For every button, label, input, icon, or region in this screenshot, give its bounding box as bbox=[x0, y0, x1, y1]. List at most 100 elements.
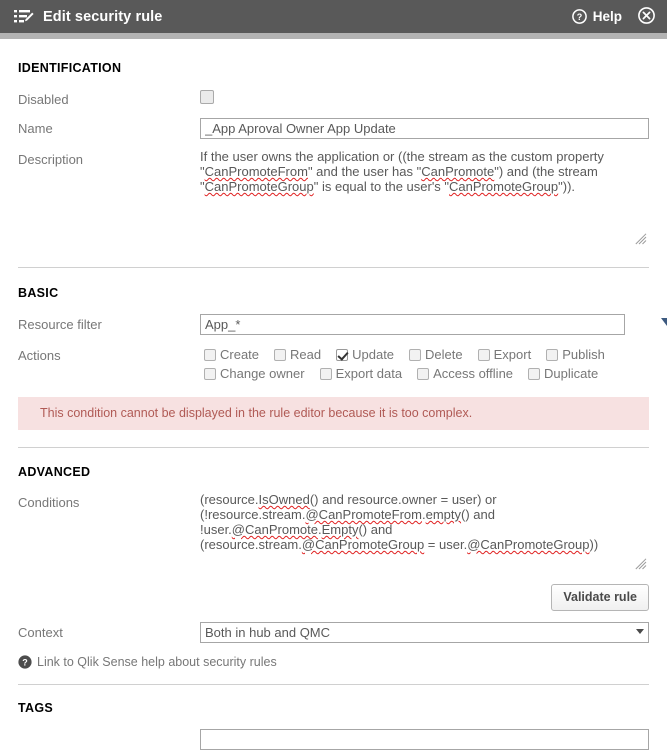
window-titlebar: Edit security rule ? Help bbox=[0, 0, 667, 33]
spellcheck-word: @CanPromote bbox=[231, 522, 318, 537]
action-checkbox-read[interactable]: Read bbox=[270, 345, 321, 364]
section-heading-identification: IDENTIFICATION bbox=[18, 61, 122, 75]
edit-list-icon bbox=[14, 8, 34, 26]
checkbox-box[interactable] bbox=[336, 349, 349, 361]
name-field-cell bbox=[200, 118, 649, 139]
spellcheck-word: @CanPromoteGroup bbox=[301, 537, 425, 552]
help-button[interactable]: ? Help bbox=[571, 9, 622, 24]
description-textarea-wrap: If the user owns the application or ((th… bbox=[200, 149, 649, 247]
divider-identification-basic bbox=[18, 267, 649, 268]
spellcheck-word: CanPromote bbox=[421, 164, 495, 179]
checkbox-label: Publish bbox=[562, 347, 605, 362]
spellcheck-word: @CanPromoteGroup bbox=[467, 537, 590, 552]
label-context: Context bbox=[18, 625, 63, 640]
action-checkbox-update[interactable]: Update bbox=[332, 345, 394, 364]
question-circle-filled-icon: ? bbox=[18, 655, 32, 669]
svg-text:?: ? bbox=[576, 12, 582, 22]
section-heading-tags: TAGS bbox=[18, 701, 53, 715]
conditions-textarea-wrap: (resource.IsOwned() and resource.owner =… bbox=[200, 492, 649, 572]
label-name: Name bbox=[18, 121, 53, 136]
spellcheck-word: @CanPromoteFrom bbox=[305, 507, 422, 522]
checkbox-box[interactable] bbox=[274, 349, 287, 361]
checkbox-label: Export bbox=[493, 347, 532, 362]
spellcheck-word: Empty bbox=[321, 522, 359, 537]
checkbox-box[interactable] bbox=[319, 368, 332, 380]
field-row-name: Name bbox=[18, 118, 649, 139]
checkbox-label: Delete bbox=[425, 347, 463, 362]
field-row-disabled: Disabled bbox=[18, 89, 649, 108]
help-link-label: Link to Qlik Sense help about security r… bbox=[37, 655, 277, 669]
conditions-textarea[interactable]: (resource.IsOwned() and resource.owner =… bbox=[200, 492, 649, 572]
context-select[interactable]: Both in hub and QMCOnly in hubOnly in QM… bbox=[200, 622, 649, 643]
action-checkbox-access-offline[interactable]: Access offline bbox=[413, 364, 513, 383]
spellcheck-word: CanPromoteGroup bbox=[449, 179, 559, 194]
page-title: Edit security rule bbox=[43, 8, 163, 25]
action-checkbox-export[interactable]: Export bbox=[474, 345, 532, 364]
field-row-conditions: Conditions (resource.IsOwned() and resou… bbox=[18, 492, 649, 572]
description-textarea[interactable]: If the user owns the application or ((th… bbox=[200, 149, 649, 247]
spellcheck-word: CanPromoteFrom bbox=[204, 164, 308, 179]
action-checkbox-export-data[interactable]: Export data bbox=[316, 364, 403, 383]
tags-input[interactable] bbox=[200, 729, 649, 750]
resource-filter-cell bbox=[200, 314, 667, 335]
label-actions: Actions bbox=[18, 348, 61, 363]
action-checkbox-duplicate[interactable]: Duplicate bbox=[524, 364, 598, 383]
action-checkbox-change-owner[interactable]: Change owner bbox=[200, 364, 305, 383]
validate-rule-button[interactable]: Validate rule bbox=[551, 584, 649, 611]
checkbox-label: Update bbox=[352, 347, 395, 362]
chevron-down-icon[interactable] bbox=[661, 318, 667, 326]
actions-checkbox-group: Create Read Update Delete Export Publish Chang… bbox=[200, 345, 649, 383]
label-tags bbox=[18, 729, 200, 731]
help-label: Help bbox=[592, 9, 622, 24]
checkbox-label: Duplicate bbox=[544, 366, 599, 381]
complexity-warning-banner: This condition cannot be displayed in th… bbox=[18, 397, 649, 430]
context-select-cell: Both in hub and QMCOnly in hubOnly in QM… bbox=[200, 622, 649, 643]
action-checkbox-publish[interactable]: Publish bbox=[542, 345, 605, 364]
resource-filter-input[interactable] bbox=[200, 314, 625, 335]
checkbox-label: Create bbox=[220, 347, 260, 362]
disabled-checkbox-cell bbox=[200, 89, 649, 104]
action-checkbox-delete[interactable]: Delete bbox=[405, 345, 463, 364]
name-input[interactable] bbox=[200, 118, 649, 139]
field-row-resource-filter: Resource filter bbox=[18, 314, 667, 335]
checkbox-box[interactable] bbox=[477, 349, 490, 361]
svg-text:?: ? bbox=[22, 657, 28, 667]
security-rules-help-link[interactable]: ? Link to Qlik Sense help about security… bbox=[18, 655, 649, 669]
checkbox-label: Read bbox=[290, 347, 322, 362]
checkbox-label: Access offline bbox=[433, 366, 514, 381]
section-heading-basic: BASIC bbox=[18, 286, 59, 300]
checkbox-label: Export data bbox=[335, 366, 403, 381]
question-circle-icon: ? bbox=[571, 9, 587, 24]
checkbox-box[interactable] bbox=[204, 368, 216, 380]
section-heading-advanced: ADVANCED bbox=[18, 465, 91, 479]
label-description: Description bbox=[18, 152, 84, 167]
divider-advanced-tags bbox=[18, 684, 649, 685]
field-row-tags bbox=[18, 729, 649, 750]
checkbox-box[interactable] bbox=[409, 349, 422, 361]
complexity-warning-text: This condition cannot be displayed in th… bbox=[40, 406, 473, 420]
checkbox-box[interactable] bbox=[204, 349, 216, 361]
form-content: IDENTIFICATION Disabled Name Description… bbox=[0, 61, 667, 750]
conditions-field-cell: (resource.IsOwned() and resource.owner =… bbox=[200, 492, 649, 572]
spellcheck-word: empty bbox=[425, 507, 462, 522]
action-checkbox-create[interactable]: Create bbox=[200, 345, 259, 364]
checkbox-box[interactable] bbox=[417, 368, 430, 380]
label-disabled: Disabled bbox=[18, 92, 69, 107]
checkbox-box[interactable] bbox=[546, 349, 559, 361]
disabled-checkbox[interactable] bbox=[200, 90, 214, 104]
label-resource-filter: Resource filter bbox=[18, 317, 102, 332]
checkbox-label: Change owner bbox=[220, 366, 305, 381]
spellcheck-word: IsOwned bbox=[258, 492, 310, 507]
titlebar-underline bbox=[0, 33, 667, 39]
checkbox-box[interactable] bbox=[528, 368, 541, 380]
tags-field-cell bbox=[200, 729, 649, 750]
validate-button-row: Validate rule bbox=[18, 584, 649, 611]
spellcheck-word: CanPromoteGroup bbox=[204, 179, 314, 194]
divider-basic-advanced bbox=[18, 447, 649, 448]
field-row-description: Description If the user owns the applica… bbox=[18, 149, 649, 247]
label-conditions: Conditions bbox=[18, 495, 80, 510]
description-field-cell: If the user owns the application or ((th… bbox=[200, 149, 649, 247]
close-circle-icon[interactable] bbox=[638, 6, 655, 27]
field-row-actions: Actions Create Read Update Delete Export Publ… bbox=[18, 345, 649, 383]
field-row-context: Context Both in hub and QMCOnly in hubOn… bbox=[18, 622, 649, 643]
